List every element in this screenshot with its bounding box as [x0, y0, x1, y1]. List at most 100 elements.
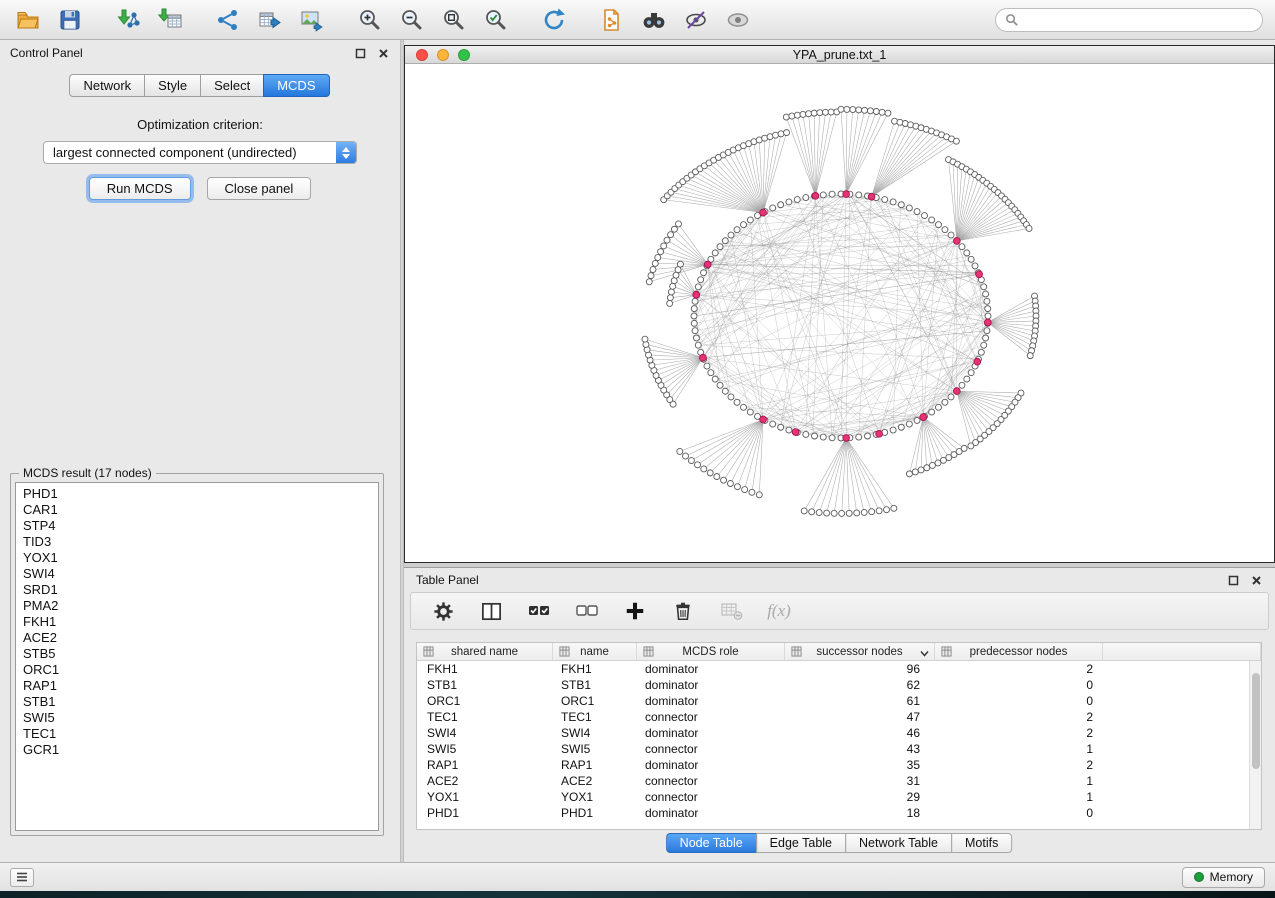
table-cell: 96	[785, 662, 935, 676]
mcds-node-item[interactable]: SWI5	[23, 710, 378, 726]
column-header-predecessor-nodes[interactable]: predecessor nodes	[935, 643, 1103, 660]
tab-mcds[interactable]: MCDS	[263, 74, 329, 97]
global-search[interactable]	[995, 8, 1263, 32]
table-row[interactable]: SWI4SWI4dominator462	[417, 725, 1249, 741]
close-panel-icon[interactable]	[377, 47, 390, 60]
tab-select[interactable]: Select	[200, 74, 264, 97]
tab-node-table[interactable]: Node Table	[666, 833, 757, 853]
delete-row-icon[interactable]	[669, 597, 697, 625]
attribute-type-icon	[791, 646, 802, 660]
add-row-icon[interactable]	[621, 597, 649, 625]
open-session-icon[interactable]	[12, 4, 44, 36]
fit-content-icon[interactable]	[438, 4, 470, 36]
table-cell: RAP1	[553, 758, 637, 772]
maximize-window-icon[interactable]	[458, 49, 470, 61]
mcds-node-item[interactable]: YOX1	[23, 550, 378, 566]
export-table-icon[interactable]	[254, 4, 286, 36]
mcds-result-group: MCDS result (17 nodes) PHD1CAR1STP4TID3Y…	[10, 466, 384, 836]
mcds-node-item[interactable]: CAR1	[23, 502, 378, 518]
float-panel-icon[interactable]	[354, 47, 367, 60]
import-network-icon[interactable]	[112, 4, 144, 36]
float-table-panel-icon[interactable]	[1227, 574, 1240, 587]
table-cell: SWI4	[553, 726, 637, 740]
mcds-node-item[interactable]: SRD1	[23, 582, 378, 598]
zoom-in-icon[interactable]	[354, 4, 386, 36]
table-row[interactable]: SWI5SWI5connector431	[417, 741, 1249, 757]
table-row[interactable]: FKH1FKH1dominator962	[417, 661, 1249, 677]
export-network-icon[interactable]	[212, 4, 244, 36]
select-all-icon[interactable]	[525, 597, 553, 625]
table-cell: connector	[637, 710, 785, 724]
share-document-icon[interactable]	[596, 4, 628, 36]
mcds-node-item[interactable]: GCR1	[23, 742, 378, 758]
sort-chevron-icon[interactable]	[920, 648, 929, 660]
mcds-node-item[interactable]: SWI4	[23, 566, 378, 582]
table-scrollbar[interactable]	[1249, 661, 1261, 829]
network-canvas[interactable]	[405, 64, 1274, 562]
gear-icon[interactable]	[429, 597, 457, 625]
refresh-view-icon[interactable]	[538, 4, 570, 36]
mcds-node-item[interactable]: PMA2	[23, 598, 378, 614]
close-window-icon[interactable]	[416, 49, 428, 61]
graphics-details-icon[interactable]	[680, 4, 712, 36]
mcds-node-item[interactable]: TID3	[23, 534, 378, 550]
close-panel-button[interactable]: Close panel	[207, 177, 312, 200]
table-row[interactable]: STB1STB1dominator620	[417, 677, 1249, 693]
table-cell: connector	[637, 742, 785, 756]
mcds-node-item[interactable]: STP4	[23, 518, 378, 534]
column-header-mcds-role[interactable]: MCDS role	[637, 643, 785, 660]
export-group	[212, 4, 328, 36]
mcds-node-item[interactable]: ORC1	[23, 662, 378, 678]
tab-edge-table[interactable]: Edge Table	[756, 833, 846, 853]
save-session-icon[interactable]	[54, 4, 86, 36]
table-row[interactable]: RAP1RAP1dominator352	[417, 757, 1249, 773]
control-panel-tabs: Network Style Select MCDS	[0, 74, 400, 97]
mcds-node-item[interactable]: RAP1	[23, 678, 378, 694]
column-header-name[interactable]: name	[553, 643, 637, 660]
table-cell: FKH1	[417, 662, 553, 676]
zoom-out-icon[interactable]	[396, 4, 428, 36]
tab-network[interactable]: Network	[69, 74, 145, 97]
mcds-node-item[interactable]: STB5	[23, 646, 378, 662]
first-neighbors-icon[interactable]	[638, 4, 670, 36]
tab-motifs[interactable]: Motifs	[951, 833, 1012, 853]
memory-button[interactable]: Memory	[1182, 867, 1265, 888]
tab-network-table[interactable]: Network Table	[845, 833, 952, 853]
mcds-result-list[interactable]: PHD1CAR1STP4TID3YOX1SWI4SRD1PMA2FKH1ACE2…	[15, 482, 379, 831]
table-cell: connector	[637, 774, 785, 788]
columns-icon[interactable]	[477, 597, 505, 625]
mcds-node-item[interactable]: ACE2	[23, 630, 378, 646]
table-cell: 1	[935, 790, 1103, 804]
export-image-icon[interactable]	[296, 4, 328, 36]
close-table-panel-icon[interactable]	[1250, 574, 1263, 587]
mcds-node-item[interactable]: PHD1	[23, 486, 378, 502]
table-cell: ORC1	[553, 694, 637, 708]
table-cell: 31	[785, 774, 935, 788]
scrollbar-thumb[interactable]	[1252, 673, 1260, 769]
search-input[interactable]	[1024, 12, 1253, 28]
table-row[interactable]: ACE2ACE2connector311	[417, 773, 1249, 789]
unselect-all-icon[interactable]	[573, 597, 601, 625]
zoom-selected-icon[interactable]	[480, 4, 512, 36]
function-builder-icon: f(x)	[765, 597, 793, 625]
show-hide-eye-icon[interactable]	[722, 4, 754, 36]
run-mcds-button[interactable]: Run MCDS	[89, 177, 191, 200]
table-panel-header: Table Panel	[404, 568, 1275, 592]
mcds-node-item[interactable]: TEC1	[23, 726, 378, 742]
table-panel: Table Panel	[404, 567, 1275, 862]
table-row[interactable]: YOX1YOX1connector291	[417, 789, 1249, 805]
network-view-titlebar[interactable]: YPA_prune.txt_1	[405, 46, 1274, 64]
optimization-criterion-select[interactable]: largest connected component (undirected)	[43, 141, 357, 164]
import-table-icon[interactable]	[154, 4, 186, 36]
table-row[interactable]: TEC1TEC1connector472	[417, 709, 1249, 725]
mcds-node-item[interactable]: STB1	[23, 694, 378, 710]
minimize-window-icon[interactable]	[437, 49, 449, 61]
table-row[interactable]: ORC1ORC1dominator610	[417, 693, 1249, 709]
table-cell: dominator	[637, 806, 785, 820]
column-header-successor-nodes[interactable]: successor nodes	[785, 643, 935, 660]
mcds-node-item[interactable]: FKH1	[23, 614, 378, 630]
table-row[interactable]: PHD1PHD1dominator180	[417, 805, 1249, 821]
status-menu-button[interactable]	[10, 868, 34, 887]
tab-style[interactable]: Style	[144, 74, 201, 97]
column-header-shared-name[interactable]: shared name	[417, 643, 553, 660]
